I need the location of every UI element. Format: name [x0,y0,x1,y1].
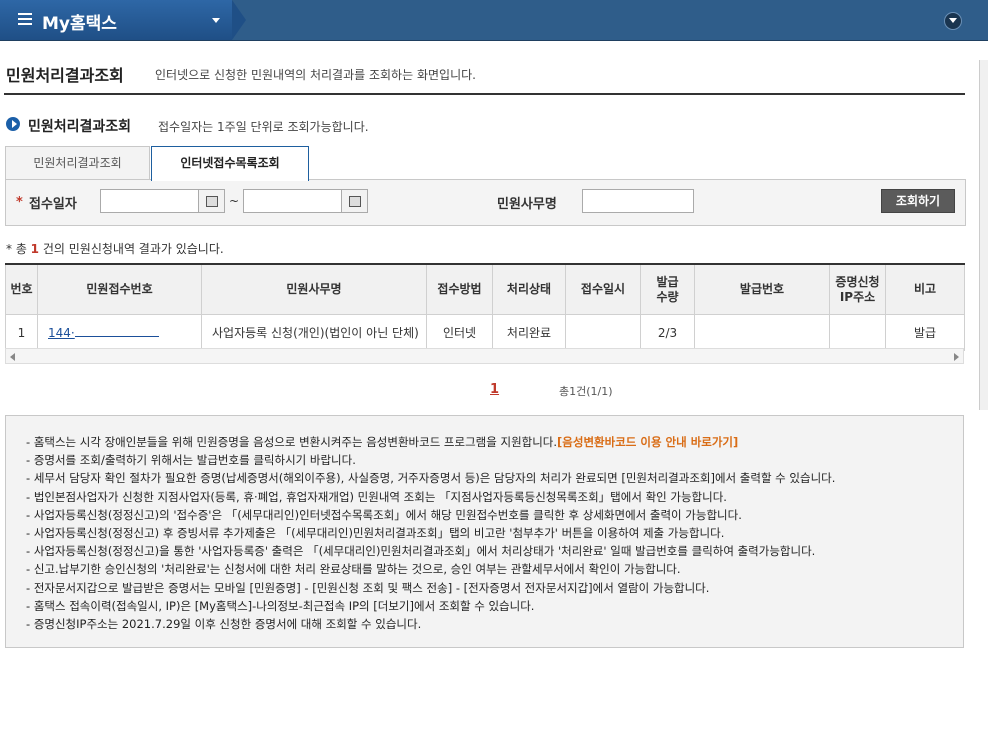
vertical-scrollbar[interactable] [979,60,988,410]
result-suffix: 건의 민원신청내역 결과가 있습니다. [39,242,224,256]
result-table: 번호 민원접수번호 민원사무명 접수방법 처리상태 접수일시 발급 수량 발급번… [5,263,965,351]
notice-item: 사업자등록신청(정정신고)을 통한 '사업자등록증' 출력은 「(세무대리인)민… [26,542,963,560]
notice-item: 홈택스 접속이력(접속일시, IP)은 [My홈택스]-나의정보-최근접속 IP… [26,597,963,615]
col-header: 처리상태 [492,263,566,315]
start-date-input[interactable] [100,189,199,213]
issue-quantity-cell: 2/3 [640,314,695,351]
office-name-cell: 사업자등록 신청(개인)(법인이 아닌 단체) [201,314,427,351]
notice-text: 홈택스는 시각 장애인분들을 위해 민원증명을 음성으로 변환시켜주는 음성변환… [33,435,558,449]
notice-item: 증명서를 조회/출력하기 위해서는 발급번호를 클릭하시기 바랍니다. [26,451,963,469]
calendar-icon[interactable] [199,189,225,213]
page-total: 총1건(1/1) [559,385,613,398]
notice-item: 사업자등록신청(정정신고) 후 증빙서류 추가제출은 「(세무대리인)민원처리결… [26,524,963,542]
menu-title[interactable]: My홈택스 [42,9,117,34]
table-header-row: 번호 민원접수번호 민원사무명 접수방법 처리상태 접수일시 발급 수량 발급번… [5,263,965,315]
notice-item: 홈택스는 시각 장애인분들을 위해 민원증명을 음성으로 변환시켜주는 음성변환… [26,433,963,451]
col-header: 접수방법 [426,263,493,315]
notice-item: 법인본점사업자가 신청한 지점사업자(등록, 휴·폐업, 휴업자재개업) 민원내… [26,488,963,506]
office-name-input[interactable] [582,189,694,213]
page-number-current[interactable]: 1 [490,382,499,397]
result-count-number: 1 [30,242,40,256]
receipt-number-cell: 144· [37,314,202,351]
notice-item: 증명신청IP주소는 2021.7.29일 이후 신청한 증명서에 대해 조회할 … [26,615,963,633]
col-header: 증명신청 IP주소 [829,263,886,315]
title-divider [4,93,965,95]
col-header: 번호 [5,263,38,315]
receipt-number-masked[interactable] [74,326,159,337]
date-range-separator: ~ [229,194,240,208]
calendar-icon[interactable] [342,189,368,213]
office-name-label: 민원사무명 [497,197,557,212]
receipt-datetime-cell [565,314,641,351]
arrow-circle-icon [6,117,20,131]
notice-item: 사업자등록신청(정정신고)의 '접수증'은 「(세무대리인)인터넷접수목록조회」… [26,506,963,524]
method-cell: 인터넷 [426,314,493,351]
receipt-date-label: 접수일자 [29,197,77,212]
notice-item: 세무서 담당자 확인 절차가 필요한 증명(납세증명서(해외이주용), 사실증명… [26,469,963,487]
end-date-input[interactable] [243,189,342,213]
table-row: 1 144· 사업자등록 신청(개인)(법인이 아닌 단체) 인터넷 처리완료 … [5,314,965,351]
section-title: 민원처리결과조회 [28,119,132,135]
col-header: 발급번호 [694,263,830,315]
top-navigation-bar: My홈택스 [0,0,988,41]
caret-down-icon[interactable] [212,18,220,23]
issue-number-cell[interactable] [694,314,830,351]
remark-cell[interactable]: 발급 [885,314,965,351]
col-header: 민원접수번호 [37,263,202,315]
hamburger-icon[interactable] [18,13,32,28]
page-title: 민원처리결과조회 [6,66,124,85]
notice-item: 전자문서지갑으로 발급받은 증명서는 모바일 [민원증명] - [민원신청 조회… [26,579,963,597]
chevron-down-circle-icon[interactable] [944,12,962,30]
required-mark: * [16,195,23,210]
status-cell: 처리완료 [492,314,566,351]
my-hometax-menu[interactable]: My홈택스 [0,0,246,40]
receipt-number-link[interactable]: 144· [48,326,75,340]
col-header: 발급 수량 [640,263,695,315]
tab-result-inquiry[interactable]: 민원처리결과조회 [5,146,150,180]
row-number: 1 [5,314,38,351]
scroll-left-icon[interactable] [10,353,15,361]
page-description: 인터넷으로 신청한 민원내역의 처리결과를 조회하는 화면입니다. [155,68,476,82]
search-button[interactable]: 조회하기 [881,189,955,213]
ip-address-cell [829,314,886,351]
result-count: * 총 1 건의 민원신청내역 결과가 있습니다. [6,240,224,257]
section-description: 접수일자는 1주일 단위로 조회가능합니다. [158,120,369,134]
col-header: 접수일시 [565,263,641,315]
voice-barcode-guide-link[interactable]: [음성변환바코드 이용 안내 바로가기] [557,435,738,449]
col-header: 민원사무명 [201,263,427,315]
scroll-right-icon[interactable] [954,353,959,361]
result-prefix: * 총 [6,242,31,256]
notice-item: 신고.납부기한 승인신청의 '처리완료'는 신청서에 대한 처리 완료상태를 말… [26,560,963,578]
notice-box: 홈택스는 시각 장애인분들을 위해 민원증명을 음성으로 변환시켜주는 음성변환… [5,415,964,648]
col-header: 비고 [885,263,965,315]
tab-internet-receipt-list[interactable]: 인터넷접수목록조회 [151,146,309,181]
horizontal-scrollbar[interactable] [5,348,964,364]
